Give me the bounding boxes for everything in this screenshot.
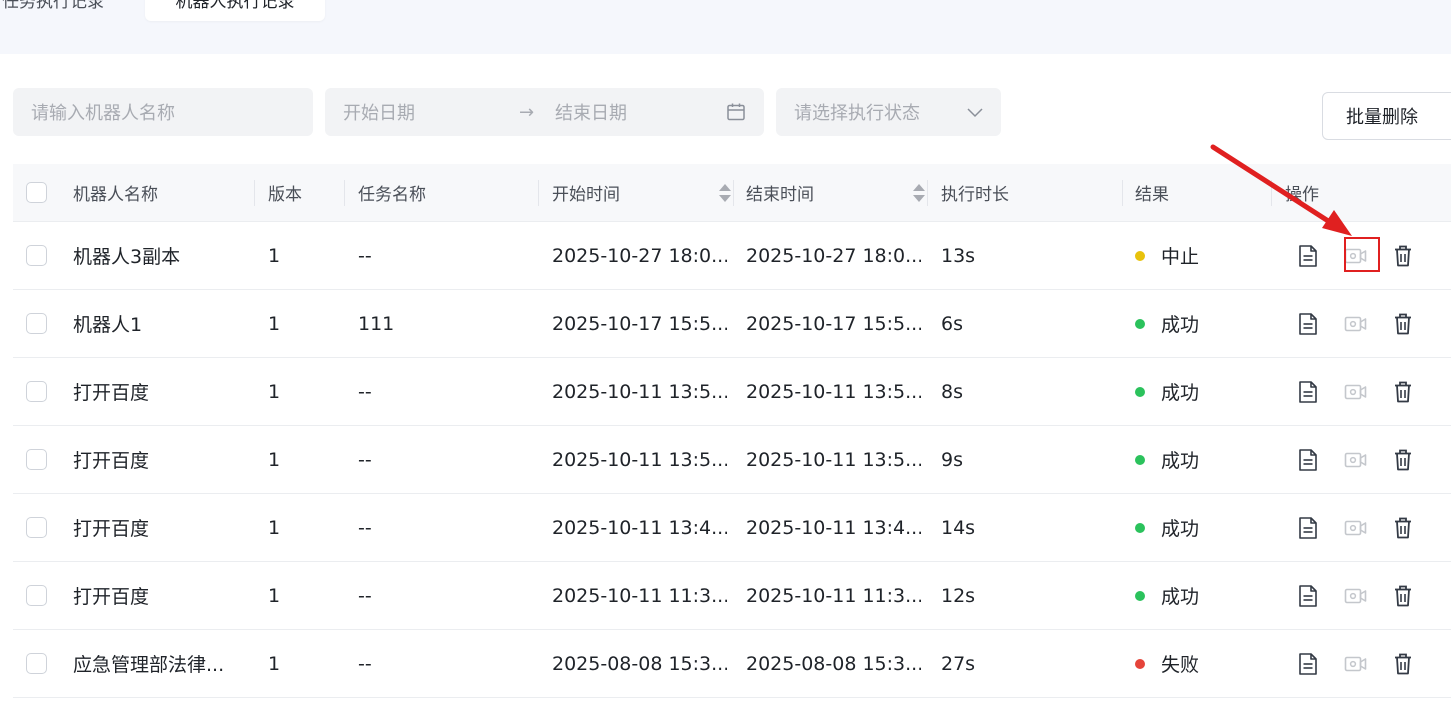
annotation-arrow-icon [1210, 144, 1352, 236]
